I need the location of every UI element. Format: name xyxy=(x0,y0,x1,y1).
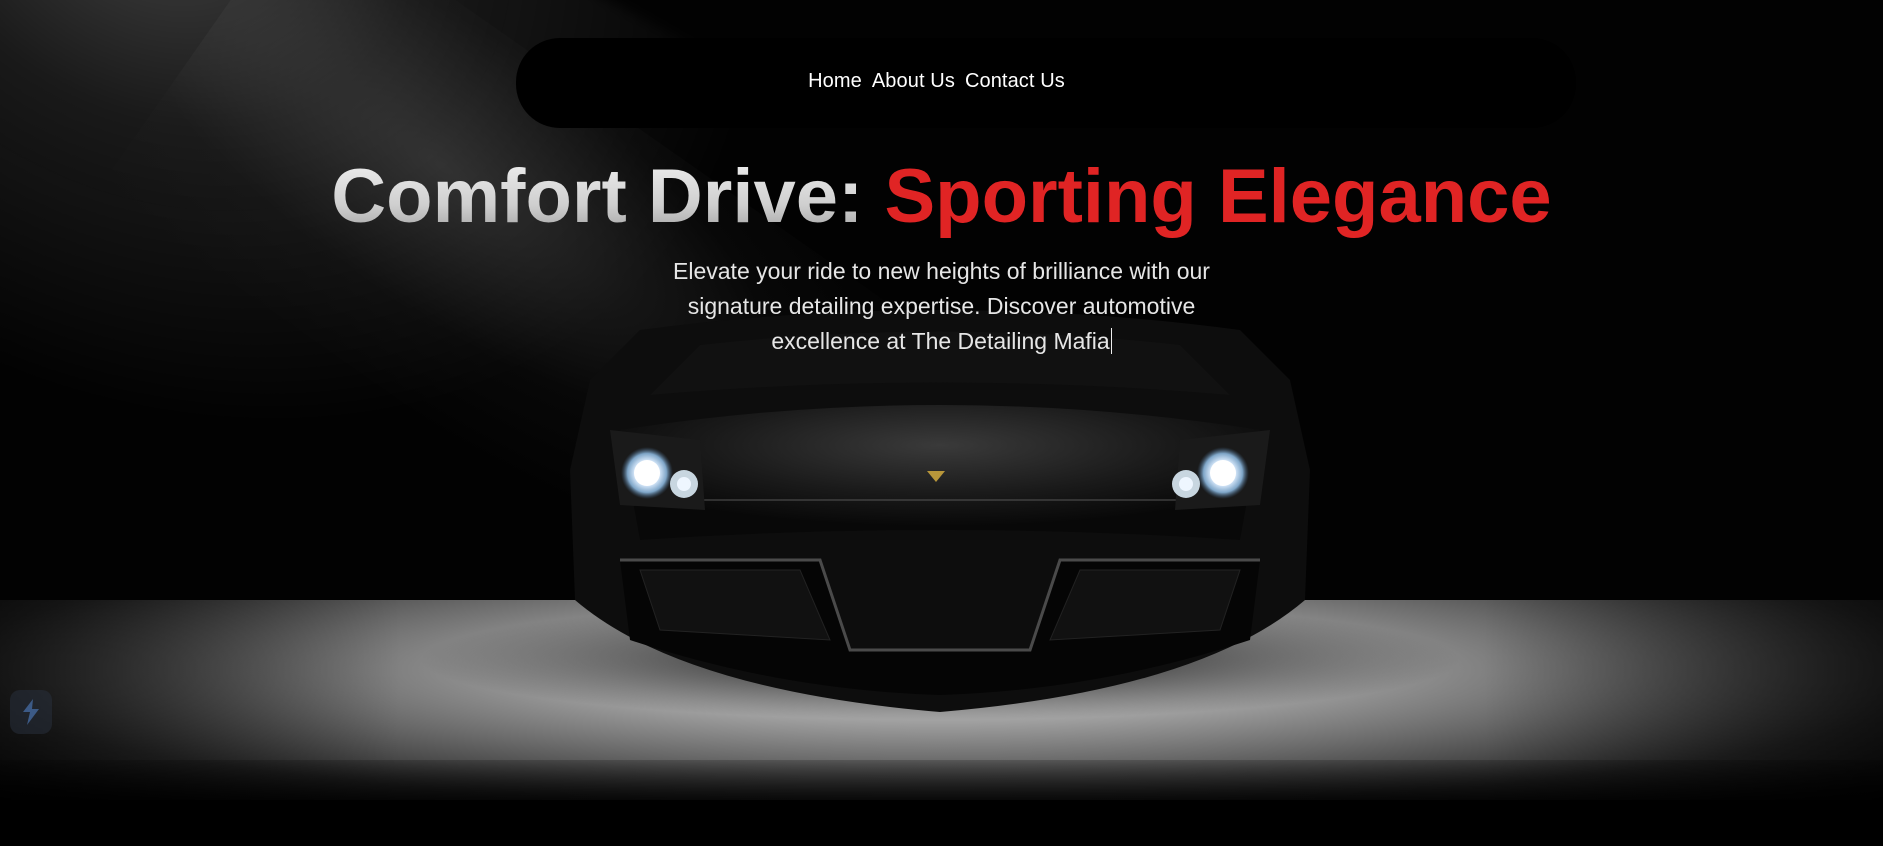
nav-contact-link[interactable]: Contact Us xyxy=(965,70,1065,93)
bolt-logo-icon xyxy=(23,699,39,725)
main-nav: Home About Us Contact Us xyxy=(0,70,1883,93)
subtitle-line: Elevate your ride to new heights of bril… xyxy=(673,258,1210,284)
nav-about-link[interactable]: About Us xyxy=(872,70,955,93)
hero-section: Home About Us Contact Us Comfort Drive: … xyxy=(0,0,1883,846)
headline-accent: Sporting Elegance xyxy=(884,154,1552,239)
nav-home-link[interactable]: Home xyxy=(808,70,862,93)
text-caret xyxy=(1110,328,1112,354)
floating-widget-button[interactable] xyxy=(10,690,52,734)
subtitle-line: excellence at The Detailing Mafia xyxy=(0,324,1883,359)
hero-headline: Comfort Drive: Sporting Elegance xyxy=(0,152,1883,242)
headline-plain: Comfort Drive: xyxy=(331,154,864,239)
hero-subtitle: Elevate your ride to new heights of bril… xyxy=(0,254,1883,359)
subtitle-line-text: excellence at The Detailing Mafia xyxy=(771,328,1110,354)
subtitle-line: signature detailing expertise. Discover … xyxy=(687,293,1196,319)
